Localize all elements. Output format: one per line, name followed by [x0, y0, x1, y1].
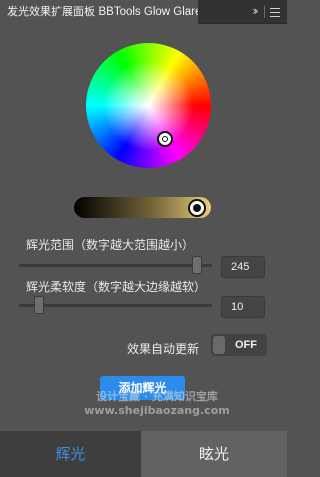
toggle-knob [213, 336, 225, 354]
panel-tab[interactable]: 发光效果扩展面板 BBTools Glow Glare [0, 0, 198, 24]
title-bar: 发光效果扩展面板 BBTools Glow Glare ›› [0, 0, 287, 24]
panel-title-en: BBTools Glow Glare [98, 6, 199, 18]
bottom-tabs: 辉光 眩光 [0, 431, 287, 477]
color-wheel-handle[interactable] [157, 131, 173, 147]
title-divider [264, 6, 265, 18]
auto-update-label: 效果自动更新 [127, 342, 200, 356]
panel-title-cn: 发光效果扩展面板 [7, 5, 95, 18]
glow-range-track[interactable] [19, 264, 212, 267]
panel-menu-icon[interactable] [270, 8, 280, 17]
glow-glare-panel: 发光效果扩展面板 BBTools Glow Glare ›› 辉光范围（数字越大… [0, 0, 287, 477]
glow-range-input[interactable]: 245 [221, 256, 265, 278]
glow-softness-track[interactable] [19, 304, 212, 307]
glow-softness-label: 辉光柔软度（数字越大边缘越软） [26, 280, 207, 294]
color-wheel[interactable] [86, 43, 211, 168]
glow-range-label: 辉光范围（数字越大范围越小） [26, 238, 195, 252]
watermark-line2: www.shejibaozang.com [84, 404, 230, 417]
collapse-icon[interactable]: ›› [247, 0, 261, 24]
add-glow-button[interactable]: 添加辉光 [100, 376, 185, 400]
glow-softness-input[interactable]: 10 [221, 296, 265, 318]
tab-glare[interactable]: 眩光 [141, 431, 287, 477]
toggle-state: OFF [235, 339, 257, 351]
auto-update-toggle[interactable]: OFF [211, 334, 267, 356]
brightness-handle[interactable] [188, 199, 206, 217]
glow-softness-thumb[interactable] [34, 296, 44, 314]
tab-glow[interactable]: 辉光 [0, 431, 141, 477]
color-wheel-gradient [86, 43, 211, 168]
glow-range-thumb[interactable] [192, 256, 202, 274]
